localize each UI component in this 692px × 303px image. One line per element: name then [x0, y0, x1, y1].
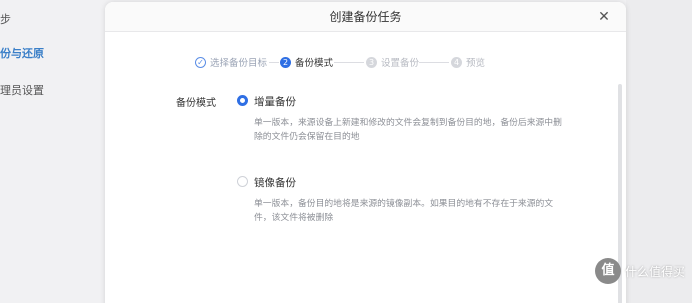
- step-number-badge: 3: [366, 56, 377, 68]
- step-connector: [419, 62, 449, 63]
- step-number-badge: 2: [280, 56, 291, 68]
- step-backup-settings: 3 设置备份: [366, 54, 419, 70]
- step-number-badge: 4: [451, 56, 462, 68]
- watermark-logo: 值: [595, 258, 621, 284]
- app-sidebar: 步 份与还原 理员设置: [0, 0, 105, 303]
- step-connector: [334, 62, 364, 63]
- step-preview: 4 预览: [451, 54, 485, 70]
- watermark-text: 什么值得买: [625, 264, 686, 279]
- step-indicator: ✓ 选择备份目标 2 备份模式 3 设置备份 4 预览: [195, 54, 595, 70]
- backup-mode-label: 备份模式: [176, 98, 216, 109]
- radio-mirror[interactable]: [237, 176, 248, 187]
- close-icon[interactable]: ✕: [596, 9, 612, 25]
- sidebar-item-admin-settings[interactable]: 理员设置: [0, 82, 44, 98]
- step-label: 预览: [466, 58, 486, 69]
- sidebar-item-backup-restore[interactable]: 份与还原: [0, 45, 44, 61]
- check-circle-icon: ✓: [195, 56, 206, 68]
- step-select-target: ✓ 选择备份目标: [195, 54, 267, 70]
- step-backup-mode: 2 备份模式: [280, 54, 333, 70]
- create-backup-task-dialog: 创建备份任务 ✕ ✓ 选择备份目标 2 备份模式 3 设置备份 4 预览 备份模…: [105, 2, 626, 303]
- step-connector: [269, 62, 279, 63]
- site-watermark: 值 什么值得买: [595, 258, 685, 284]
- dialog-header: 创建备份任务 ✕: [105, 2, 626, 32]
- option-title[interactable]: 镜像备份: [254, 175, 296, 190]
- option-description: 单一版本，备份目的地将是来源的镜像副本。如果目的地有不存在于来源的文件，该文件将…: [254, 199, 554, 223]
- step-label: 选择备份目标: [210, 58, 268, 69]
- sidebar-item-sync[interactable]: 步: [0, 11, 11, 27]
- step-label: 设置备份: [381, 58, 420, 69]
- radio-incremental[interactable]: [237, 95, 248, 106]
- option-title[interactable]: 增量备份: [254, 94, 296, 109]
- dialog-title: 创建备份任务: [329, 10, 402, 24]
- step-label: 备份模式: [295, 58, 334, 69]
- option-description: 单一版本，来源设备上新建和修改的文件会复制到备份目的地，备份后来源中删除的文件仍…: [254, 118, 562, 142]
